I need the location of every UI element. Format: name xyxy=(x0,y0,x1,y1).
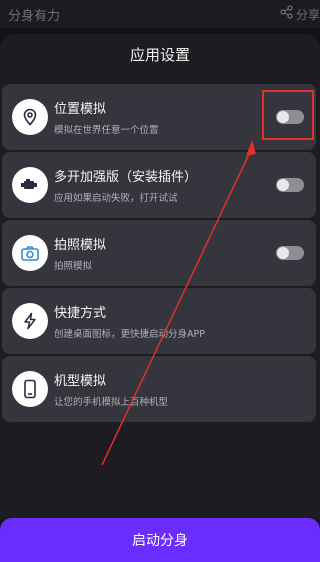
setting-label: 位置模拟 xyxy=(54,102,107,117)
location-pin-icon xyxy=(12,99,48,135)
start-clone-button[interactable]: 启动分身 xyxy=(0,518,320,562)
share-label: 分享 xyxy=(295,7,320,22)
app-header: 分身有力 分享 xyxy=(0,0,320,28)
engine-icon xyxy=(12,167,48,203)
lightning-icon xyxy=(12,303,48,339)
setting-label: 快捷方式 xyxy=(54,306,107,321)
setting-camera-simulation[interactable]: 拍照模拟 拍照模拟 xyxy=(2,220,316,286)
multi-open-plus-toggle[interactable] xyxy=(276,178,304,192)
setting-multi-open-plus[interactable]: 多开加强版（安装插件） 应用如果启动失败，打开试试 xyxy=(2,152,316,218)
toggle-knob xyxy=(277,247,289,259)
setting-label: 拍照模拟 xyxy=(54,238,107,253)
setting-description: 应用如果启动失败，打开试试 xyxy=(54,193,178,204)
setting-description: 创建桌面图标，更快捷启动分身APP xyxy=(54,329,205,340)
setting-shortcut[interactable]: 快捷方式 创建桌面图标，更快捷启动分身APP xyxy=(2,288,316,354)
toggle-knob xyxy=(277,179,289,191)
setting-label: 多开加强版（安装插件） xyxy=(54,170,198,185)
setting-description: 让您的手机模拟上百种机型 xyxy=(54,397,169,408)
annotation-highlight-box xyxy=(262,90,314,140)
dialog-title: 应用设置 xyxy=(129,46,190,64)
setting-label: 机型模拟 xyxy=(54,374,107,389)
setting-description: 拍照模拟 xyxy=(54,261,93,272)
app-title: 分身有力 xyxy=(8,9,61,24)
setting-description: 模拟在世界任意一个位置 xyxy=(54,125,159,136)
camera-icon xyxy=(12,235,48,271)
phone-icon xyxy=(12,371,48,407)
share-button[interactable]: 分享 xyxy=(280,5,320,23)
camera-simulation-toggle[interactable] xyxy=(276,246,304,260)
share-icon xyxy=(280,5,294,23)
setting-device-model-simulation[interactable]: 机型模拟 让您的手机模拟上百种机型 xyxy=(2,356,316,422)
